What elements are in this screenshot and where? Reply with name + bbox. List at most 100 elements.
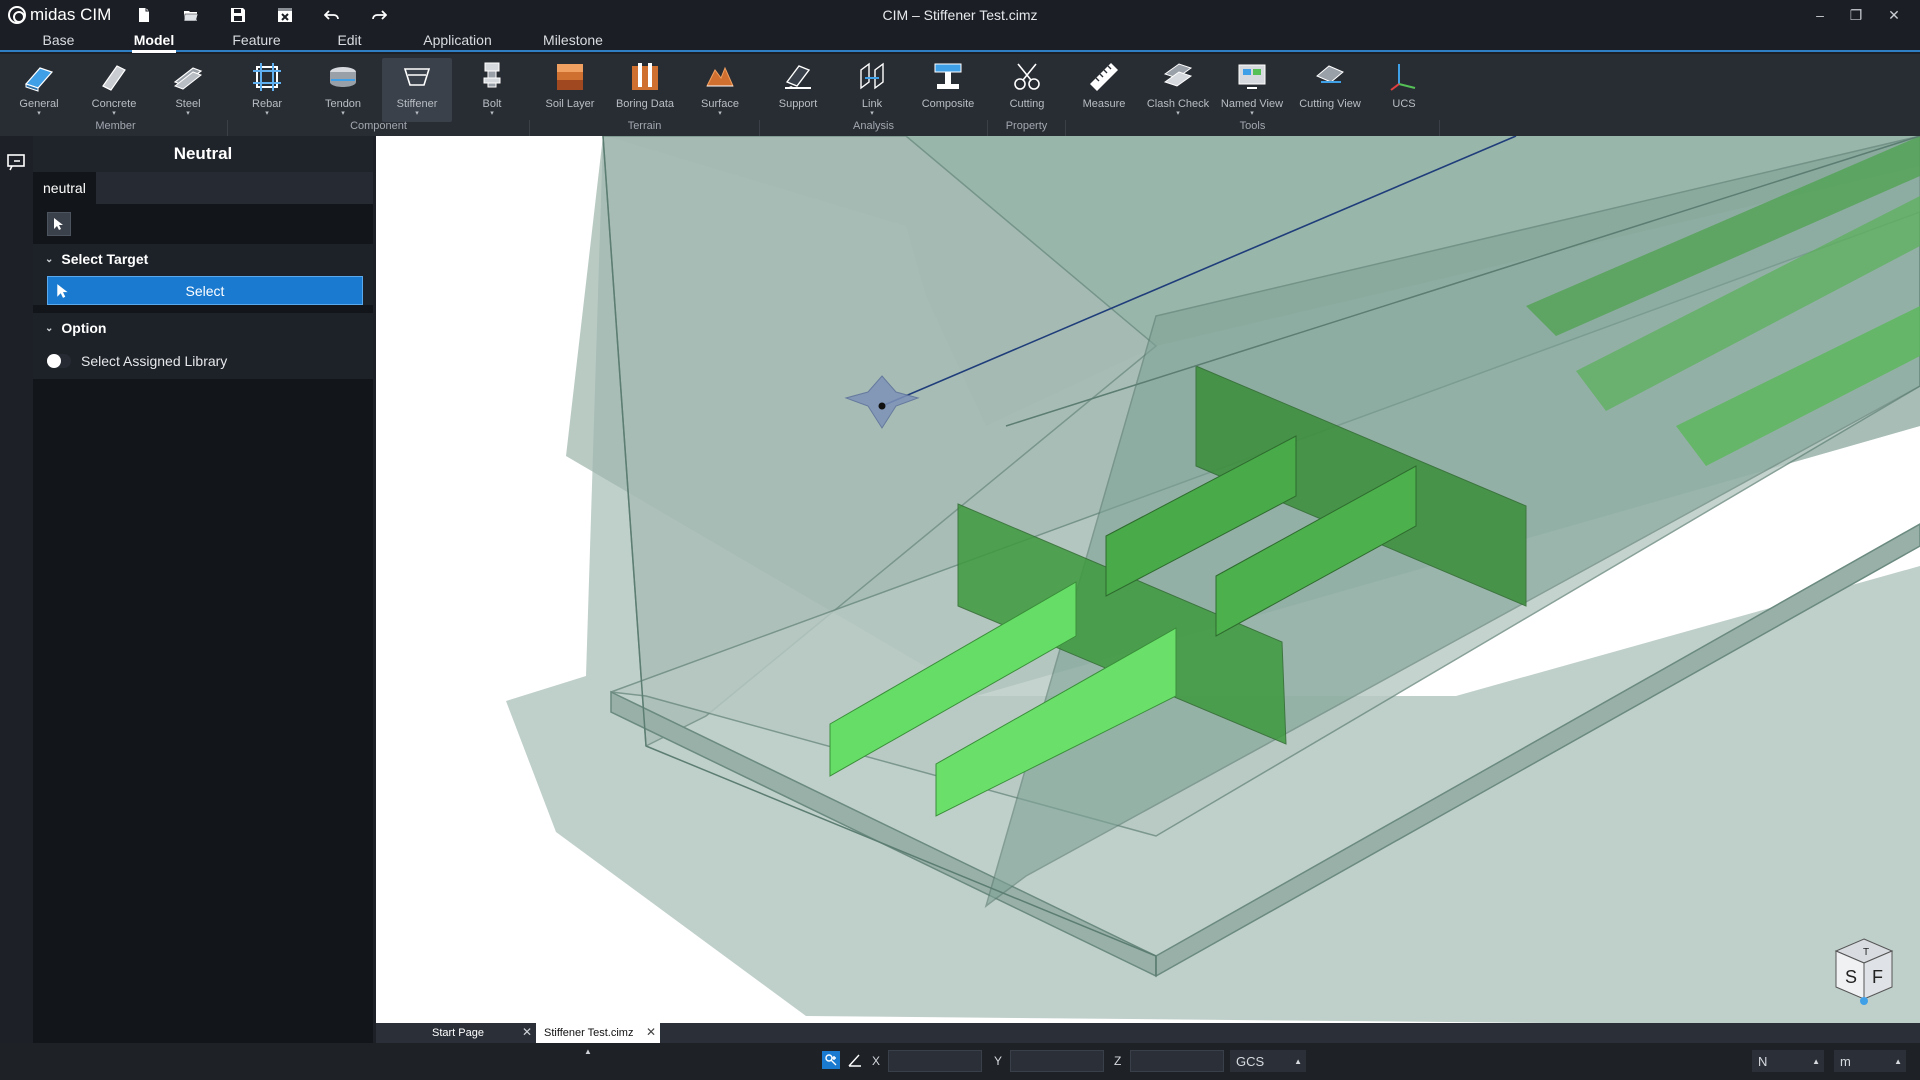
select-assigned-library-label: Select Assigned Library [81, 353, 228, 369]
general-button[interactable]: General ▾ [14, 58, 64, 122]
select-target-section: ⌄ Select Target Select [33, 244, 373, 305]
snap-icon [825, 1054, 837, 1066]
tendon-icon [330, 67, 356, 87]
tab-neutral[interactable]: neutral [33, 172, 96, 204]
measure-button[interactable]: Measure [1080, 58, 1128, 122]
concrete-button[interactable]: Concrete ▾ [88, 58, 140, 122]
open-file-button[interactable] [167, 0, 214, 30]
angle-button[interactable] [846, 1051, 864, 1069]
doc-tab-label: Start Page [432, 1027, 484, 1039]
doc-tab-start-page[interactable]: Start Page ✕ [396, 1023, 536, 1043]
length-unit-select[interactable]: m ▲ [1834, 1050, 1906, 1072]
boring-data-icon [632, 63, 658, 90]
force-unit-select[interactable]: N ▲ [1752, 1050, 1824, 1072]
option-header[interactable]: ⌄ Option [33, 313, 373, 343]
rebar-button[interactable]: Rebar ▾ [245, 58, 289, 122]
bolt-button[interactable]: Bolt ▾ [472, 58, 512, 122]
property-panel: Neutral neutral ⌄ Select Target Select ⌄ O… [33, 136, 373, 1043]
clash-check-icon [1163, 63, 1193, 87]
z-coordinate-field[interactable] [1130, 1050, 1224, 1072]
close-icon[interactable]: ✕ [646, 1025, 656, 1039]
support-button[interactable]: Support [776, 58, 820, 122]
surface-button[interactable]: Surface ▾ [694, 58, 746, 122]
ucs-button[interactable]: UCS [1386, 58, 1422, 122]
y-coordinate-field[interactable] [1010, 1050, 1104, 1072]
tab-edit[interactable]: Edit [322, 29, 377, 51]
app-logo: midas CIM [0, 5, 120, 25]
undo-button[interactable] [308, 0, 355, 30]
tab-application[interactable]: Application [377, 29, 538, 51]
close-window-button[interactable]: ✕ [1876, 0, 1912, 30]
app-logo-text: midas CIM [30, 5, 112, 24]
left-toolstrip [0, 136, 32, 1043]
ribbon: General ▾ Concrete ▾ Steel ▾ Rebar ▾ Tendon ▾… [0, 54, 1920, 136]
redo-button[interactable] [355, 0, 402, 30]
length-unit-value: m [1840, 1053, 1851, 1069]
expand-arrow-icon[interactable]: ▲ [584, 1047, 592, 1056]
cube-face-top: T [1863, 947, 1869, 958]
group-component: Component [228, 120, 530, 136]
3d-viewport[interactable]: T S F [376, 136, 1920, 1023]
coord-system-select[interactable]: GCS ▲ [1230, 1050, 1306, 1072]
stiffener-label: Stiffener [396, 98, 438, 110]
caret-up-icon: ▲ [1894, 1056, 1902, 1066]
tendon-label: Tendon [324, 98, 362, 110]
soil-layer-icon [557, 64, 583, 90]
group-tools: Tools [1066, 120, 1440, 136]
cutting-button[interactable]: Cutting [1004, 58, 1050, 122]
composite-icon [934, 63, 962, 89]
option-section: ⌄ Option Select Assigned Library [33, 313, 373, 379]
title-bar: midas CIM CIM – Stiffener Test.cimz – ❐ … [0, 0, 1920, 30]
cutting-label: Cutting [1009, 98, 1045, 110]
select-target-header[interactable]: ⌄ Select Target [33, 244, 373, 274]
stiffener-button[interactable]: Stiffener ▾ [382, 58, 452, 122]
tab-model[interactable]: Model [117, 29, 191, 53]
tendon-button[interactable]: Tendon ▾ [320, 58, 366, 122]
snap-button[interactable] [822, 1051, 840, 1069]
save-button[interactable] [214, 0, 261, 30]
select-assigned-library-toggle[interactable] [47, 354, 71, 368]
z-label: Z [1114, 1054, 1122, 1068]
view-cube[interactable]: T S F [1830, 935, 1898, 1009]
chevron-down-icon: ⌄ [45, 253, 54, 265]
tab-feature[interactable]: Feature [191, 29, 322, 51]
close-file-icon [277, 8, 292, 22]
steel-button[interactable]: Steel ▾ [166, 58, 210, 122]
ucs-axes-icon [1390, 64, 1416, 91]
group-analysis: Analysis [760, 120, 988, 136]
caret-up-icon: ▲ [1294, 1056, 1302, 1066]
new-file-button[interactable] [120, 0, 167, 30]
x-label: X [872, 1054, 881, 1068]
restore-button[interactable]: ❐ [1838, 0, 1874, 30]
group-member: Member [4, 120, 228, 136]
close-icon[interactable]: ✕ [522, 1025, 532, 1039]
midas-logo-icon [8, 6, 26, 24]
soil-layer-button[interactable]: Soil Layer [540, 58, 600, 122]
girder-model [506, 136, 1920, 1023]
cutting-icon [1014, 63, 1040, 90]
support-label: Support [778, 98, 818, 110]
view-cube-icon: T S F [1834, 938, 1894, 1005]
panel-toggle-icon[interactable] [6, 152, 26, 172]
composite-button[interactable]: Composite [918, 58, 978, 122]
concrete-label: Concrete [91, 98, 137, 110]
save-icon [230, 8, 245, 22]
soil-layer-label: Soil Layer [545, 98, 595, 110]
steel-member-icon [173, 67, 203, 90]
link-button[interactable]: Link ▾ [852, 58, 892, 122]
tab-milestone[interactable]: Milestone [538, 29, 608, 51]
named-view-button[interactable]: Named View ▾ [1220, 58, 1284, 122]
minimize-button[interactable]: – [1802, 0, 1838, 30]
doc-tab-stiffener-test[interactable]: Stiffener Test.cimz ✕ [536, 1023, 660, 1043]
pick-button[interactable] [47, 212, 71, 236]
x-coordinate-field[interactable] [888, 1050, 982, 1072]
select-button[interactable]: Select [47, 276, 363, 305]
group-terrain: Terrain [530, 120, 760, 136]
named-view-icon [1238, 64, 1266, 89]
clash-check-button[interactable]: Clash Check ▾ [1146, 58, 1210, 122]
close-file-button[interactable] [261, 0, 308, 30]
cutting-view-button[interactable]: Cutting View [1298, 58, 1362, 122]
boring-data-button[interactable]: Boring Data [612, 58, 678, 122]
tab-base[interactable]: Base [0, 29, 117, 51]
link-label: Link [861, 98, 883, 110]
